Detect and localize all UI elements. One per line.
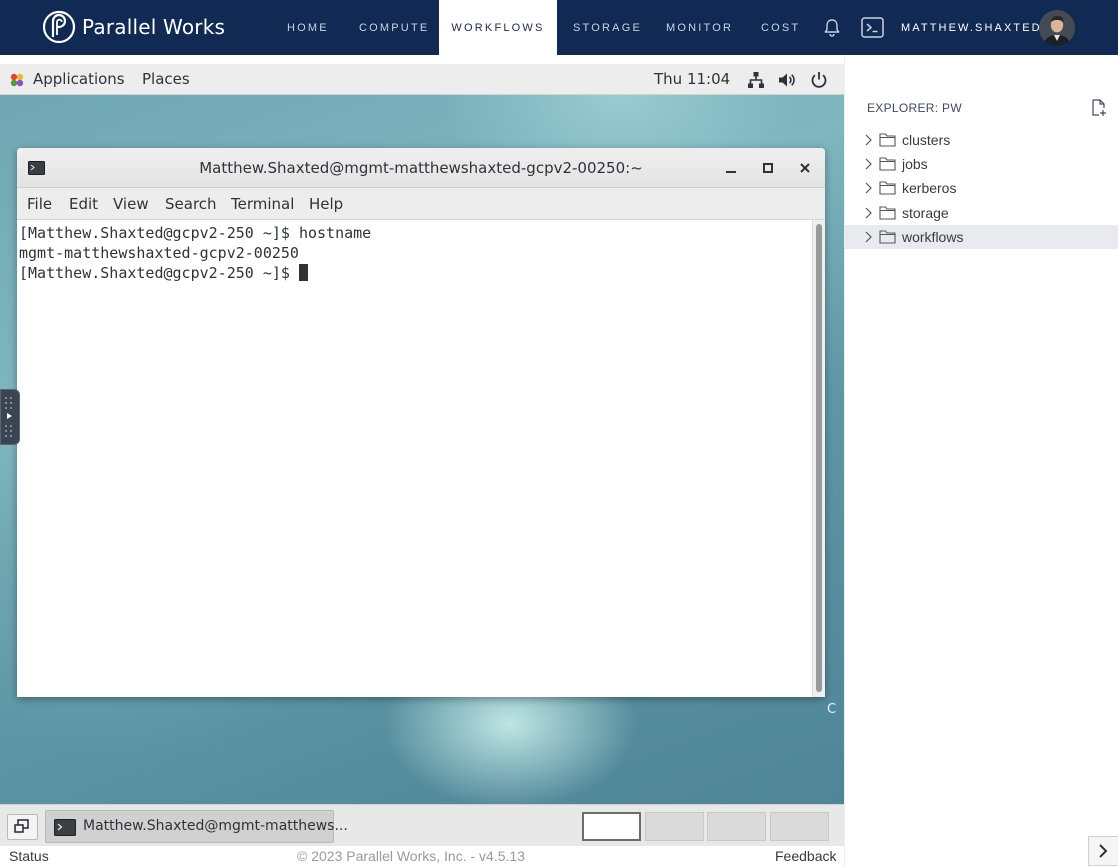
terminal-line: [Matthew.Shaxted@gcpv2-250 ~]$ hostname <box>19 224 372 242</box>
user-photo-icon <box>1039 10 1075 46</box>
workspace-3[interactable] <box>707 812 766 841</box>
chevron-right-icon <box>865 207 872 219</box>
desktop-top-bar: Applications Places Thu 11:04 <box>0 64 844 95</box>
scrollbar-thumb[interactable] <box>816 224 822 692</box>
side-panel-handle[interactable] <box>0 389 20 445</box>
workspace-2[interactable] <box>645 812 704 841</box>
network-icon[interactable] <box>746 70 766 90</box>
terminal-title: Matthew.Shaxted@mgmt-matthewshaxted-gcpv… <box>199 159 643 177</box>
terminal-app-icon <box>54 819 76 836</box>
text-cursor <box>298 264 308 281</box>
handle-grip-icon <box>5 397 12 437</box>
menu-search[interactable]: Search <box>165 188 217 220</box>
nav-link-monitor[interactable]: MONITOR <box>666 0 733 55</box>
tree-item-label: storage <box>902 205 949 221</box>
applications-icon <box>10 73 24 87</box>
top-navigation-bar: Parallel Works HOME COMPUTE WORKFLOWS ST… <box>0 0 1118 55</box>
taskbar-window-terminal[interactable]: Matthew.Shaxted@mgmt-matthews... <box>45 810 348 843</box>
tree-item-label: workflows <box>902 229 964 245</box>
chevron-right-icon <box>865 231 872 243</box>
menu-edit[interactable]: Edit <box>69 188 98 220</box>
nav-link-storage[interactable]: STORAGE <box>573 0 642 55</box>
nav-link-workflows[interactable]: WORKFLOWS <box>439 0 557 55</box>
chevron-right-icon <box>865 158 872 170</box>
parallel-works-logo-icon <box>42 10 76 44</box>
copyright-text: © 2023 Parallel Works, Inc. - v4.5.13 <box>297 848 525 864</box>
taskbar-window-label: Matthew.Shaxted@mgmt-matthews... <box>83 818 348 834</box>
show-desktop-icon <box>14 819 29 833</box>
terminal-icon[interactable] <box>861 17 884 38</box>
tree-item-label: kerberos <box>902 180 957 196</box>
terminal-prompt: [Matthew.Shaxted@gcpv2-250 ~]$ <box>19 264 299 282</box>
brand[interactable]: Parallel Works <box>42 10 225 44</box>
menu-terminal[interactable]: Terminal <box>231 188 294 220</box>
feedback-link[interactable]: Feedback <box>775 848 836 864</box>
chevron-right-icon <box>865 134 872 146</box>
nav-link-cost[interactable]: COST <box>761 0 800 55</box>
explorer-toggle-button[interactable] <box>1088 836 1118 866</box>
bell-icon[interactable] <box>823 18 841 37</box>
applications-menu[interactable]: Applications <box>33 64 125 95</box>
show-desktop-button[interactable] <box>7 814 38 840</box>
terminal-prompt-line[interactable]: [Matthew.Shaxted@gcpv2-250 ~]$ <box>19 263 812 283</box>
workspace-1[interactable] <box>582 812 641 841</box>
tree-item-jobs[interactable]: jobs <box>845 152 1118 176</box>
avatar[interactable] <box>1039 10 1075 46</box>
user-menu[interactable]: MATTHEW.SHAXTED <box>901 0 1042 55</box>
nav-link-home[interactable]: HOME <box>287 0 329 55</box>
menu-help[interactable]: Help <box>309 188 343 220</box>
explorer-title: EXPLORER: PW <box>867 101 962 115</box>
tree-item-label: jobs <box>902 156 928 172</box>
brand-name: Parallel Works <box>82 15 226 39</box>
clock[interactable]: Thu 11:04 <box>654 64 730 95</box>
places-menu[interactable]: Places <box>142 64 190 95</box>
volume-icon[interactable] <box>777 70 797 90</box>
folder-icon <box>879 206 896 220</box>
folder-icon <box>879 181 896 195</box>
new-file-icon[interactable] <box>1091 99 1107 117</box>
explorer-panel: EXPLORER: PW clusters jobs kerberos stor… <box>844 55 1118 866</box>
tree-item-kerberos[interactable]: kerberos <box>845 176 1118 200</box>
tree-item-label: clusters <box>902 132 951 148</box>
power-icon[interactable] <box>809 70 829 90</box>
workspace-4[interactable] <box>770 812 829 841</box>
folder-icon <box>879 230 896 244</box>
tree-item-storage[interactable]: storage <box>845 201 1118 225</box>
terminal-window[interactable]: Matthew.Shaxted@mgmt-matthewshaxted-gcpv… <box>17 148 825 697</box>
terminal-output[interactable]: [Matthew.Shaxted@gcpv2-250 ~]$ hostname … <box>17 220 812 697</box>
menu-view[interactable]: View <box>113 188 149 220</box>
menu-file[interactable]: File <box>27 188 52 220</box>
close-icon[interactable] <box>795 158 815 178</box>
chevron-right-icon <box>1099 844 1108 858</box>
desktop-taskbar: Matthew.Shaxted@mgmt-matthews... <box>0 804 844 846</box>
tree-item-workflows[interactable]: workflows <box>845 225 1118 249</box>
remote-desktop[interactable]: Applications Places Thu 11:04 Matthew.Sh… <box>0 64 844 804</box>
terminal-line: mgmt-matthewshaxted-gcpv2-00250 <box>19 244 299 262</box>
terminal-scrollbar[interactable] <box>812 220 825 697</box>
status-bar: Status © 2023 Parallel Works, Inc. - v4.… <box>0 846 844 866</box>
folder-icon <box>879 157 896 171</box>
terminal-title-bar[interactable]: Matthew.Shaxted@mgmt-matthewshaxted-gcpv… <box>17 148 825 188</box>
tree-item-clusters[interactable]: clusters <box>845 128 1118 152</box>
terminal-menu-bar: File Edit View Search Terminal Help <box>17 188 825 220</box>
chevron-right-icon <box>865 182 872 194</box>
nav-link-compute[interactable]: COMPUTE <box>359 0 429 55</box>
desktop-corner-glyph: C <box>827 702 837 717</box>
maximize-icon[interactable] <box>758 158 778 178</box>
minimize-icon[interactable] <box>721 158 741 178</box>
folder-icon <box>879 133 896 147</box>
